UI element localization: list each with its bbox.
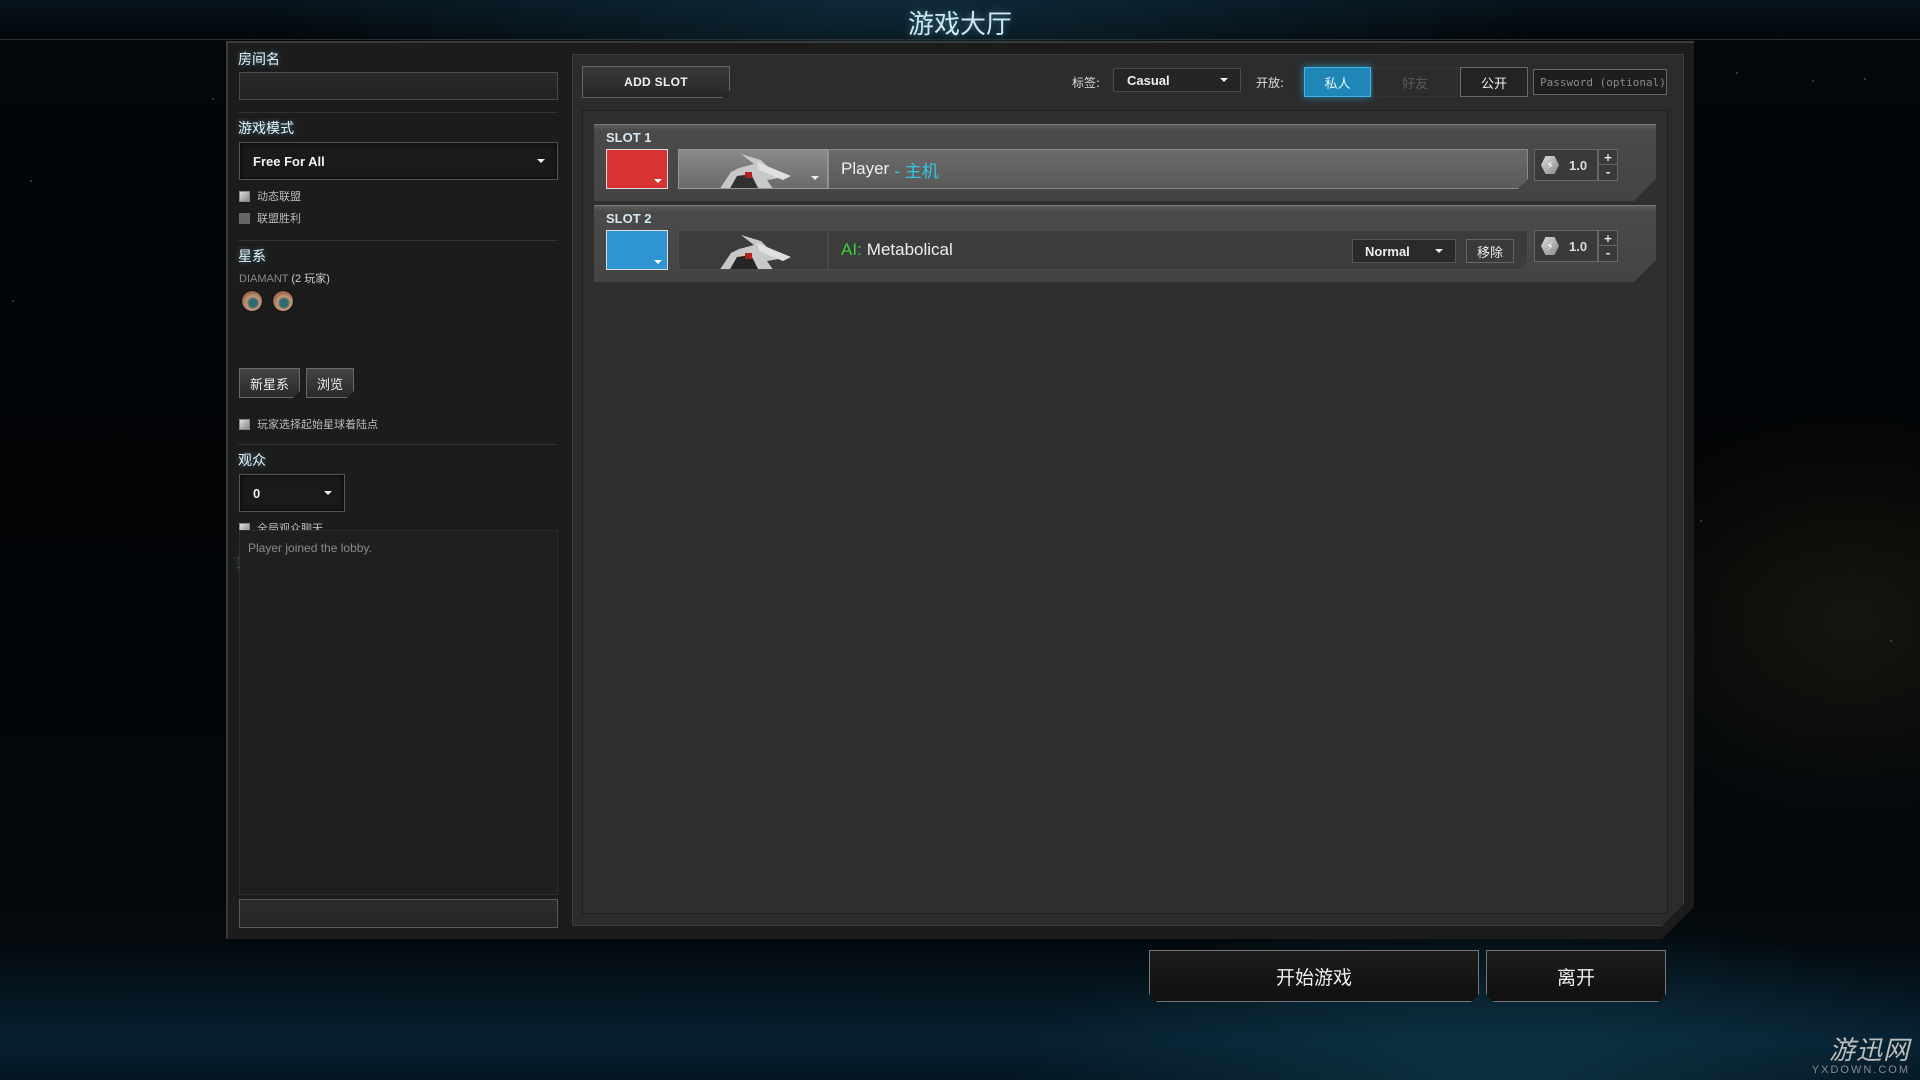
game-mode-value: Free For All	[253, 153, 325, 169]
decrement-button[interactable]: -	[1599, 246, 1617, 261]
handicap-stepper[interactable]: + -	[1598, 230, 1618, 262]
player-name-field: Player - 主机	[828, 149, 1528, 189]
access-friends-button[interactable]: 好友	[1373, 67, 1457, 97]
star	[1812, 80, 1814, 82]
chevron-down-icon	[654, 260, 662, 264]
divider	[238, 444, 558, 445]
star	[1700, 520, 1702, 522]
tag-value: Casual	[1127, 72, 1170, 88]
decrement-button[interactable]: -	[1599, 165, 1617, 180]
handicap-value: 1.0	[1569, 157, 1588, 173]
watermark-logo: 游迅网	[1828, 1036, 1910, 1066]
player-name: Metabolical	[866, 240, 953, 259]
host-tag: - 主机	[894, 161, 939, 181]
lightning-icon: ⚡	[1541, 237, 1559, 255]
access-public-button[interactable]: 公开	[1460, 67, 1528, 97]
increment-button[interactable]: +	[1599, 150, 1617, 165]
galaxy-name: DIAMANT	[239, 273, 289, 285]
star	[12, 300, 14, 302]
star	[1736, 72, 1738, 74]
slot-title: SLOT 2	[606, 211, 652, 226]
ai-difficulty-value: Normal	[1365, 243, 1410, 259]
dynamic-alliance-option[interactable]: 动态联盟	[239, 188, 301, 204]
galaxy-player-count: (2 玩家)	[291, 273, 330, 285]
star	[30, 180, 32, 182]
commander-picker[interactable]	[678, 230, 828, 270]
leave-button[interactable]: 离开	[1486, 950, 1666, 1002]
chevron-down-icon	[654, 179, 662, 183]
handicap-display: ⚡ 1.0	[1534, 230, 1598, 262]
star	[1864, 78, 1866, 80]
choose-start-planet-option[interactable]: 玩家选择起始星球着陆点	[239, 416, 378, 432]
chat-log: Player joined the lobby.	[239, 530, 558, 895]
slot-title: SLOT 1	[606, 130, 652, 145]
handicap-display: ⚡ 1.0	[1534, 149, 1598, 181]
team-color-picker[interactable]	[606, 230, 668, 270]
galaxy-info: DIAMANT (2 玩家)	[239, 270, 330, 286]
star	[212, 98, 214, 100]
spectators-value: 0	[253, 485, 261, 501]
star	[1890, 640, 1892, 642]
choose-start-planet-label: 玩家选择起始星球着陆点	[257, 418, 378, 431]
ai-difficulty-dropdown[interactable]: Normal	[1352, 239, 1456, 263]
spectators-dropdown[interactable]: 0	[239, 474, 345, 512]
watermark: 游迅网 YXDOWN.COM	[1812, 1030, 1910, 1076]
game-mode-dropdown[interactable]: Free For All	[239, 142, 558, 180]
slot-2: SLOT 2 AI: Metabolical Normal 移除 ⚡ 1.0 +…	[594, 205, 1656, 282]
room-name-input[interactable]	[239, 72, 558, 100]
new-galaxy-button[interactable]: 新星系	[239, 368, 300, 398]
player-name: Player	[841, 159, 890, 178]
divider	[238, 112, 558, 113]
chat-input[interactable]	[239, 899, 558, 928]
remove-slot-button[interactable]: 移除	[1466, 239, 1514, 263]
divider	[238, 240, 558, 241]
dynamic-alliance-checkbox[interactable]	[239, 190, 250, 202]
chevron-down-icon	[1220, 78, 1228, 82]
tag-dropdown[interactable]: Casual	[1113, 68, 1241, 92]
choose-start-planet-checkbox[interactable]	[239, 418, 250, 430]
chevron-down-icon	[324, 491, 332, 495]
room-name-label: 房间名	[238, 52, 280, 68]
settings-panel: 房间名 游戏模式 Free For All 动态联盟 联盟胜利 星系 DIAMA…	[238, 46, 558, 932]
galaxy-label: 星系	[238, 249, 266, 265]
commander-icon	[679, 231, 828, 270]
alliance-victory-option[interactable]: 联盟胜利	[239, 210, 301, 226]
increment-button[interactable]: +	[1599, 231, 1617, 246]
watermark-url: YXDOWN.COM	[1811, 1064, 1910, 1076]
password-input[interactable]	[1533, 69, 1667, 95]
tag-label: 标签:	[1072, 76, 1101, 90]
add-slot-button[interactable]: ADD SLOT	[582, 66, 730, 98]
alliance-victory-label: 联盟胜利	[257, 212, 301, 225]
spectators-label: 观众	[238, 453, 266, 469]
chat-message: Player joined the lobby.	[248, 541, 372, 555]
team-color-picker[interactable]	[606, 149, 668, 189]
chevron-down-icon	[537, 159, 545, 163]
handicap-value: 1.0	[1569, 238, 1588, 254]
page-title: 游戏大厅	[907, 10, 1012, 40]
planet-icon	[242, 291, 262, 311]
access-label: 开放:	[1256, 76, 1285, 90]
commander-picker[interactable]	[678, 149, 828, 189]
chevron-down-icon	[1435, 249, 1443, 253]
planet-icon	[273, 291, 293, 311]
access-private-button[interactable]: 私人	[1304, 67, 1371, 97]
title-bar: 游戏大厅	[0, 0, 1920, 40]
browse-galaxy-button[interactable]: 浏览	[306, 368, 354, 398]
commander-icon	[679, 150, 828, 189]
start-game-button[interactable]: 开始游戏	[1149, 950, 1479, 1002]
handicap-stepper[interactable]: + -	[1598, 149, 1618, 181]
alliance-victory-checkbox[interactable]	[239, 212, 250, 224]
dynamic-alliance-label: 动态联盟	[257, 190, 301, 203]
slot-1: SLOT 1 Player - 主机 ⚡ 1.0 + -	[594, 124, 1656, 201]
ai-tag: AI:	[841, 240, 862, 259]
lightning-icon: ⚡	[1541, 156, 1559, 174]
game-mode-label: 游戏模式	[238, 121, 294, 137]
chevron-down-icon	[811, 176, 819, 180]
